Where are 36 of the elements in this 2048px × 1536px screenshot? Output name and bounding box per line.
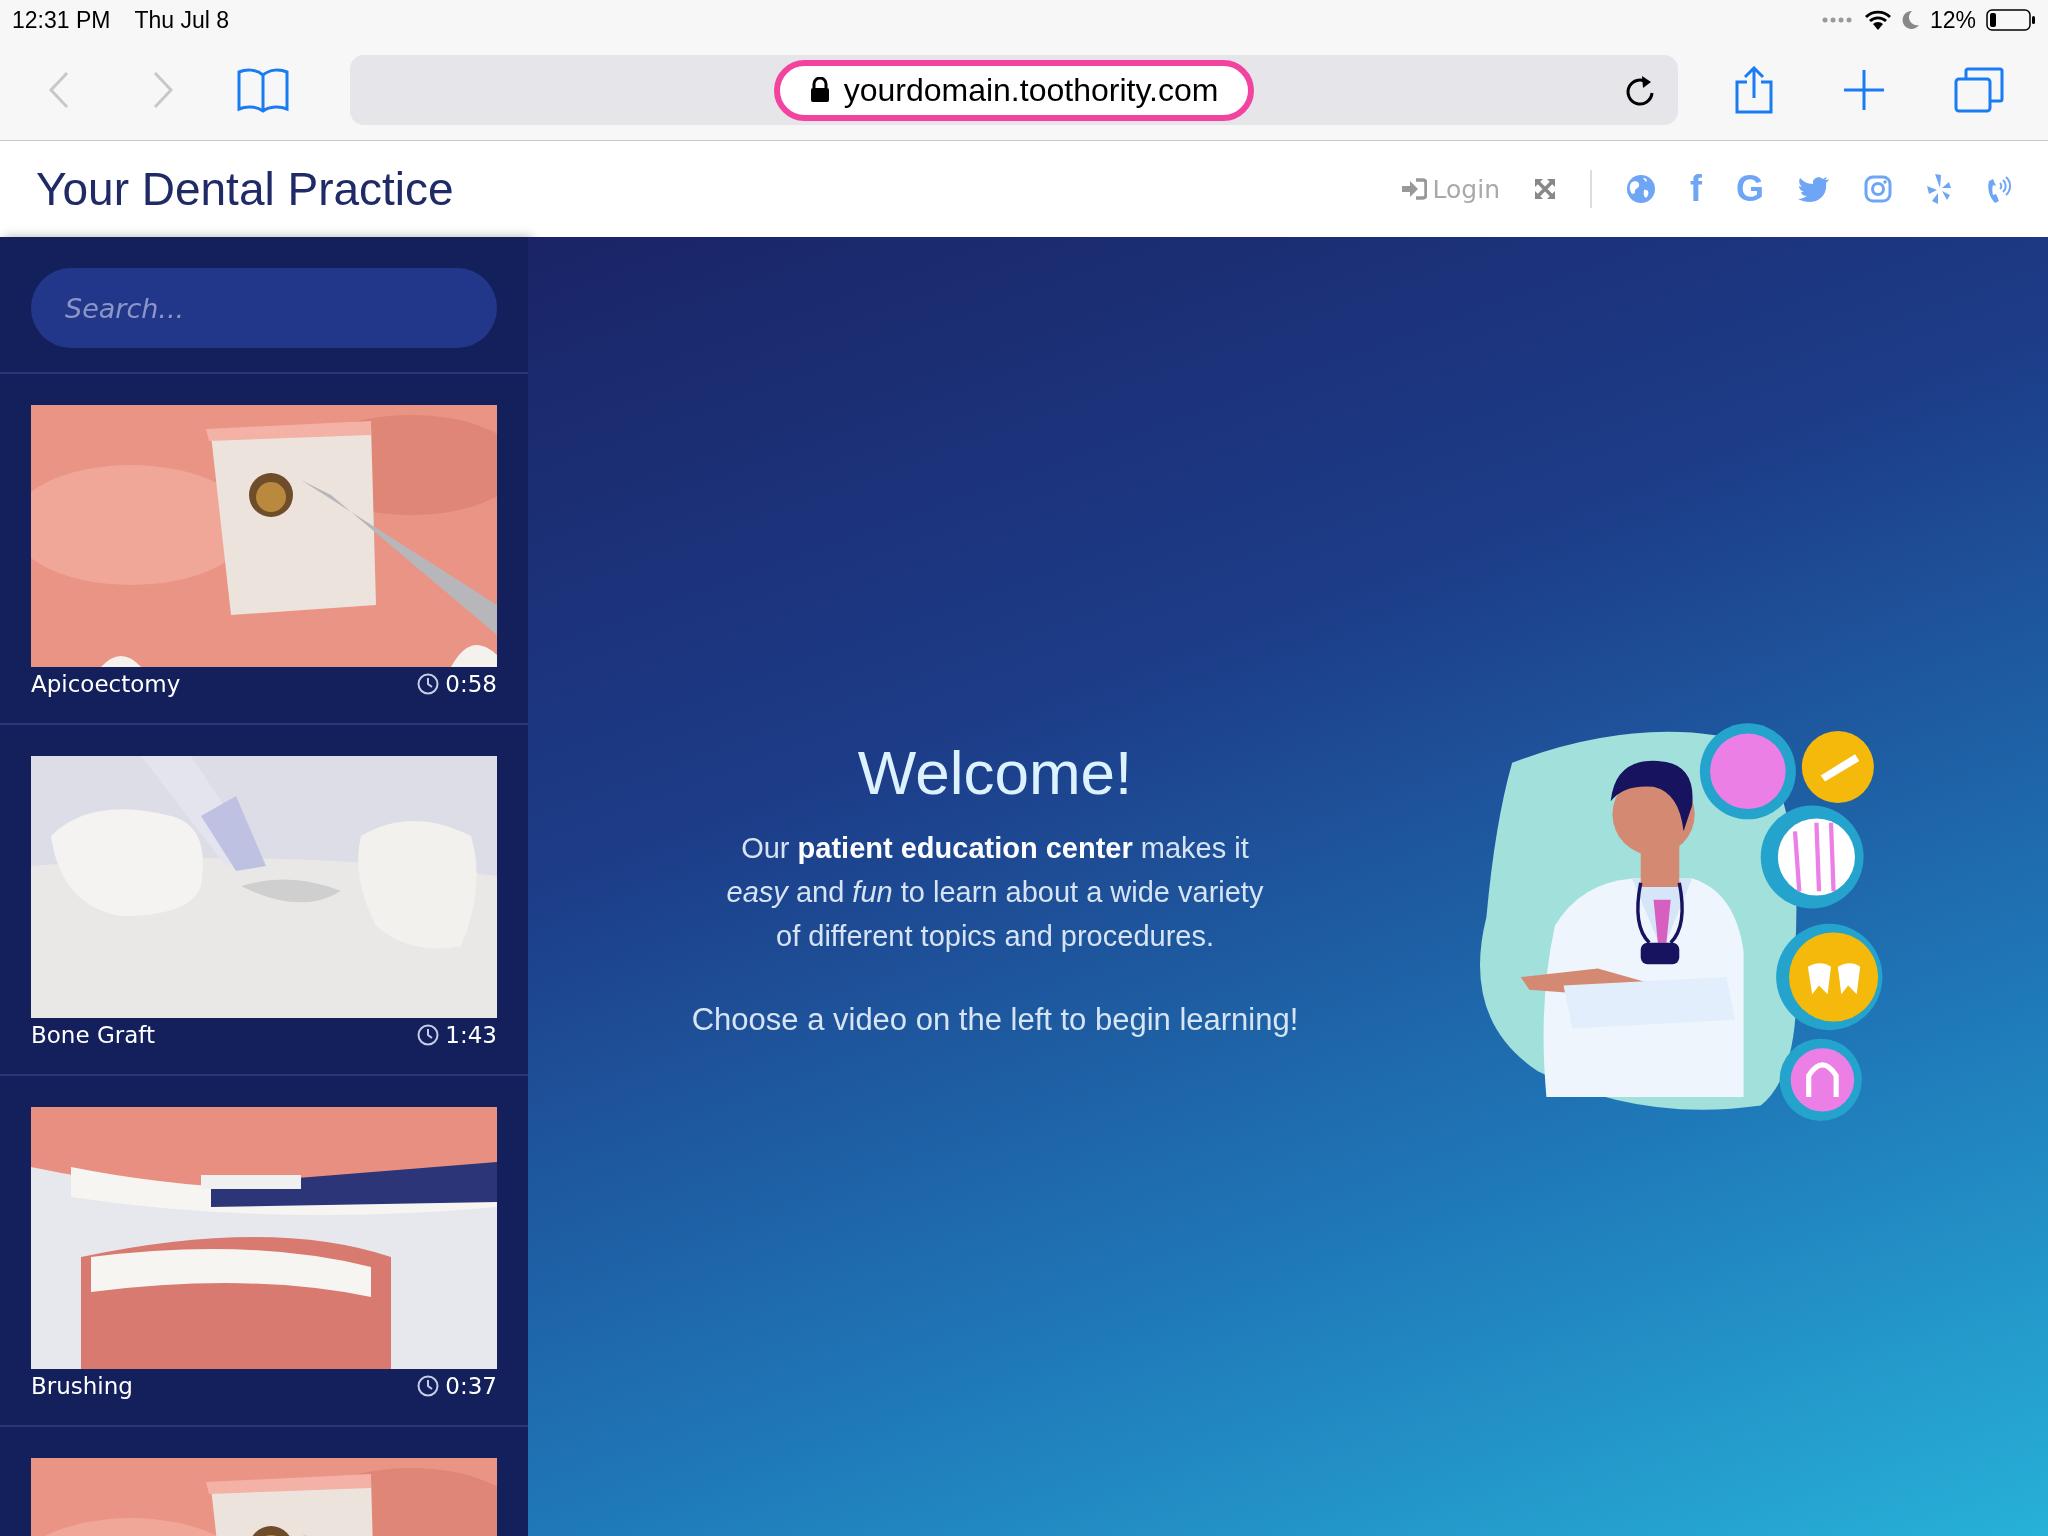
video-duration: 0:37 <box>445 1373 497 1399</box>
clock-icon <box>417 1024 440 1046</box>
video-title[interactable]: Apicoectomy <box>31 671 181 697</box>
signal-dots-icon <box>1821 16 1854 24</box>
clock-icon <box>417 673 440 695</box>
address-bar[interactable]: yourdomain.toothority.com <box>350 55 1678 125</box>
add-tab-icon[interactable] <box>1842 68 1886 112</box>
status-time: 12:31 PM <box>12 6 111 34</box>
welcome-text: Our patient education center makes it easy and fun to learn about a wide variety of different topics and procedures. <box>725 831 1265 954</box>
clock-icon <box>417 1375 440 1397</box>
yelp-icon[interactable] <box>1926 173 1952 205</box>
site-title: Your Dental Practice <box>36 162 454 216</box>
phone-icon[interactable] <box>1986 173 2012 205</box>
share-icon[interactable] <box>1734 66 1774 114</box>
bookmarks-icon[interactable] <box>236 67 290 113</box>
welcome-title: Welcome! <box>857 737 1133 808</box>
lock-icon <box>809 77 830 103</box>
search-field[interactable]: Search... <box>31 268 497 348</box>
login-icon <box>1400 178 1427 200</box>
url-text: yourdomain.toothority.com <box>843 71 1219 109</box>
globe-icon[interactable] <box>1626 174 1656 204</box>
fullscreen-icon[interactable] <box>1534 178 1556 200</box>
welcome-prompt: Choose a video on the left to begin learning! <box>691 1002 1299 1038</box>
battery-icon <box>1986 9 2036 31</box>
video-duration: 0:58 <box>445 671 497 697</box>
video-title[interactable]: Brushing <box>31 1373 133 1399</box>
twitter-icon[interactable] <box>1798 176 1830 202</box>
status-date: Thu Jul 8 <box>134 6 230 34</box>
reload-icon[interactable] <box>1624 73 1656 107</box>
video-duration: 1:43 <box>445 1022 497 1048</box>
video-title[interactable]: Bone Graft <box>31 1022 155 1048</box>
instagram-icon[interactable] <box>1864 175 1892 203</box>
battery-percent: 12% <box>1929 6 1976 34</box>
wifi-icon <box>1863 9 1892 31</box>
tabs-icon[interactable] <box>1954 67 2004 113</box>
moon-icon <box>1901 10 1920 30</box>
